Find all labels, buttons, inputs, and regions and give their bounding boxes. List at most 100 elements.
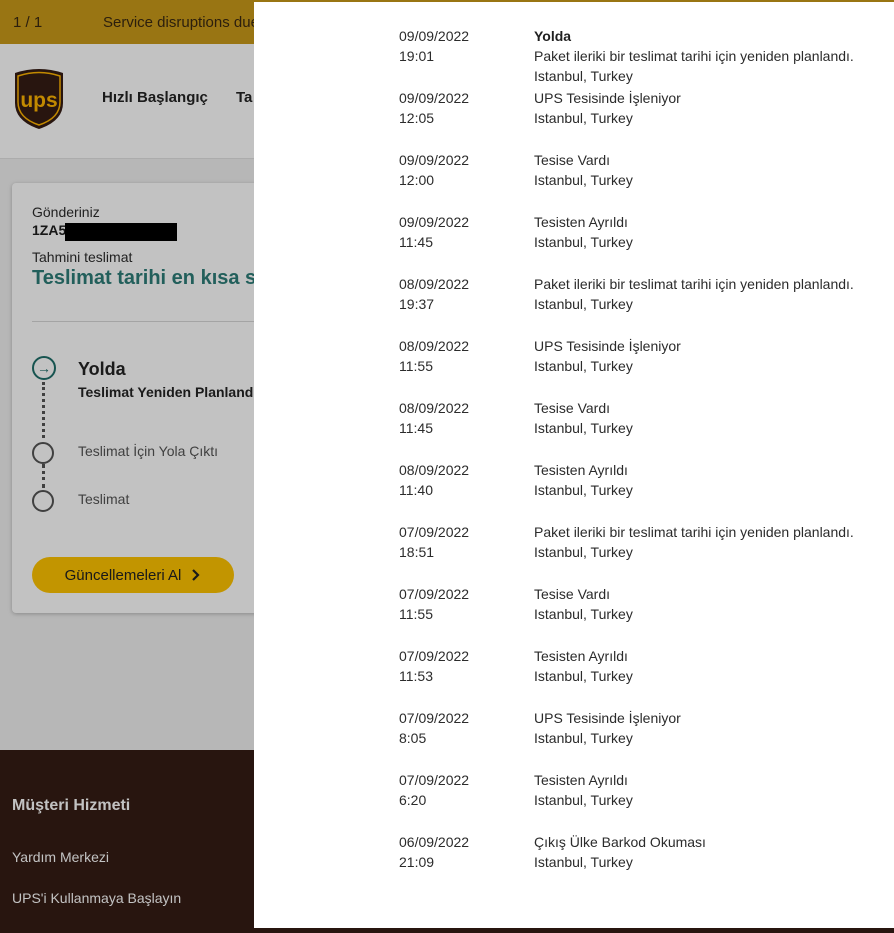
- event-datetime: 08/09/2022 11:40: [399, 460, 519, 500]
- event-date: 09/09/2022: [399, 90, 470, 106]
- event-location: Istanbul, Turkey: [534, 730, 633, 746]
- shipment-progress-panel: 09/09/2022 19:01 Yolda Paket ileriki bir te…: [254, 2, 894, 928]
- event-time: 11:55: [399, 606, 433, 622]
- event-date: 07/09/2022: [399, 772, 470, 788]
- event-datetime: 09/09/2022 12:05: [399, 88, 519, 128]
- event-status: Paket ileriki bir teslimat tarihi için y…: [534, 276, 854, 292]
- event-row: 08/09/2022 19:37 Paket ileriki bir teslima…: [399, 274, 879, 318]
- event-detail: Paket ileriki bir teslimat tarihi için y…: [534, 48, 854, 64]
- event-info: Paket ileriki bir teslimat tarihi için y…: [534, 274, 879, 314]
- event-datetime: 09/09/2022 12:00: [399, 150, 519, 190]
- event-info: Yolda Paket ileriki bir teslimat tarihi i…: [534, 26, 879, 86]
- event-row: 09/09/2022 12:05 UPS Tesisinde İşleniyor Is…: [399, 88, 879, 132]
- event-row: 06/09/2022 21:09 Çıkış Ülke Barkod Okuması…: [399, 832, 879, 876]
- event-info: Tesise Vardı Istanbul, Turkey: [534, 150, 879, 190]
- event-datetime: 08/09/2022 19:37: [399, 274, 519, 314]
- event-row: 07/09/2022 18:51 Paket ileriki bir teslima…: [399, 522, 879, 566]
- event-datetime: 07/09/2022 6:20: [399, 770, 519, 810]
- event-datetime: 06/09/2022 21:09: [399, 832, 519, 872]
- event-location: Istanbul, Turkey: [534, 172, 633, 188]
- event-time: 11:45: [399, 234, 433, 250]
- event-status: Tesise Vardı: [534, 400, 610, 416]
- event-date: 09/09/2022: [399, 152, 470, 168]
- event-location: Istanbul, Turkey: [534, 110, 633, 126]
- event-status: Tesisten Ayrıldı: [534, 214, 628, 230]
- event-row: 09/09/2022 19:01 Yolda Paket ileriki bir te…: [399, 26, 879, 84]
- event-datetime: 09/09/2022 11:45: [399, 212, 519, 252]
- event-status: Yolda: [534, 28, 572, 44]
- event-datetime: 07/09/2022 11:53: [399, 646, 519, 686]
- event-time: 19:01: [399, 48, 435, 64]
- event-time: 12:05: [399, 110, 435, 126]
- event-time: 8:05: [399, 730, 427, 746]
- event-date: 07/09/2022: [399, 648, 470, 664]
- event-date: 06/09/2022: [399, 834, 470, 850]
- event-datetime: 07/09/2022 8:05: [399, 708, 519, 748]
- event-datetime: 09/09/2022 19:01: [399, 26, 519, 66]
- event-info: Çıkış Ülke Barkod Okuması Istanbul, Turke…: [534, 832, 879, 872]
- event-location: Istanbul, Turkey: [534, 792, 633, 808]
- event-location: Istanbul, Turkey: [534, 668, 633, 684]
- event-date: 07/09/2022: [399, 524, 470, 540]
- event-info: Tesisten Ayrıldı Istanbul, Turkey: [534, 770, 879, 810]
- event-date: 08/09/2022: [399, 462, 470, 478]
- event-location: Istanbul, Turkey: [534, 606, 633, 622]
- event-location: Istanbul, Turkey: [534, 296, 633, 312]
- event-datetime: 08/09/2022 11:45: [399, 398, 519, 438]
- event-date: 08/09/2022: [399, 338, 470, 354]
- event-status: UPS Tesisinde İşleniyor: [534, 710, 681, 726]
- event-row: 07/09/2022 11:55 Tesise Vardı Istanbul, Tur…: [399, 584, 879, 628]
- event-time: 11:55: [399, 358, 433, 374]
- event-location: Istanbul, Turkey: [534, 854, 633, 870]
- event-time: 11:53: [399, 668, 433, 684]
- event-time: 6:20: [399, 792, 427, 808]
- event-location: Istanbul, Turkey: [534, 234, 633, 250]
- event-info: UPS Tesisinde İşleniyor Istanbul, Turkey: [534, 88, 879, 128]
- event-info: UPS Tesisinde İşleniyor Istanbul, Turkey: [534, 708, 879, 748]
- event-date: 09/09/2022: [399, 28, 470, 44]
- event-row: 08/09/2022 11:45 Tesise Vardı Istanbul, Tur…: [399, 398, 879, 442]
- event-status: Tesisten Ayrıldı: [534, 462, 628, 478]
- event-status: Çıkış Ülke Barkod Okuması: [534, 834, 706, 850]
- event-info: UPS Tesisinde İşleniyor Istanbul, Turkey: [534, 336, 879, 376]
- event-status: Paket ileriki bir teslimat tarihi için y…: [534, 524, 854, 540]
- event-status: Tesise Vardı: [534, 586, 610, 602]
- event-row: 07/09/2022 8:05 UPS Tesisinde İşleniyor Ist…: [399, 708, 879, 752]
- event-date: 08/09/2022: [399, 276, 470, 292]
- event-date: 09/09/2022: [399, 214, 470, 230]
- event-info: Tesisten Ayrıldı Istanbul, Turkey: [534, 460, 879, 500]
- event-location: Istanbul, Turkey: [534, 68, 633, 84]
- event-time: 18:51: [399, 544, 435, 560]
- event-status: Tesise Vardı: [534, 152, 610, 168]
- event-row: 09/09/2022 11:45 Tesisten Ayrıldı Istanbul,…: [399, 212, 879, 256]
- event-date: 08/09/2022: [399, 400, 470, 416]
- event-datetime: 07/09/2022 18:51: [399, 522, 519, 562]
- event-row: 08/09/2022 11:40 Tesisten Ayrıldı Istanbul,…: [399, 460, 879, 504]
- event-info: Tesise Vardı Istanbul, Turkey: [534, 584, 879, 624]
- event-row: 07/09/2022 6:20 Tesisten Ayrıldı Istanbul, …: [399, 770, 879, 814]
- event-location: Istanbul, Turkey: [534, 358, 633, 374]
- event-status: Tesisten Ayrıldı: [534, 648, 628, 664]
- event-info: Tesise Vardı Istanbul, Turkey: [534, 398, 879, 438]
- event-time: 11:45: [399, 420, 433, 436]
- event-status: UPS Tesisinde İşleniyor: [534, 338, 681, 354]
- event-row: 08/09/2022 11:55 UPS Tesisinde İşleniyor Is…: [399, 336, 879, 380]
- event-date: 07/09/2022: [399, 710, 470, 726]
- event-date: 07/09/2022: [399, 586, 470, 602]
- event-location: Istanbul, Turkey: [534, 544, 633, 560]
- event-status: UPS Tesisinde İşleniyor: [534, 90, 681, 106]
- event-info: Tesisten Ayrıldı Istanbul, Turkey: [534, 646, 879, 686]
- event-time: 19:37: [399, 296, 435, 312]
- event-time: 12:00: [399, 172, 435, 188]
- event-location: Istanbul, Turkey: [534, 420, 633, 436]
- event-row: 07/09/2022 11:53 Tesisten Ayrıldı Istanbul,…: [399, 646, 879, 690]
- event-info: Paket ileriki bir teslimat tarihi için y…: [534, 522, 879, 562]
- event-location: Istanbul, Turkey: [534, 482, 633, 498]
- event-status: Tesisten Ayrıldı: [534, 772, 628, 788]
- event-row: 09/09/2022 12:00 Tesise Vardı Istanbul, Tur…: [399, 150, 879, 194]
- event-time: 11:40: [399, 482, 433, 498]
- event-datetime: 07/09/2022 11:55: [399, 584, 519, 624]
- event-datetime: 08/09/2022 11:55: [399, 336, 519, 376]
- event-time: 21:09: [399, 854, 435, 870]
- event-info: Tesisten Ayrıldı Istanbul, Turkey: [534, 212, 879, 252]
